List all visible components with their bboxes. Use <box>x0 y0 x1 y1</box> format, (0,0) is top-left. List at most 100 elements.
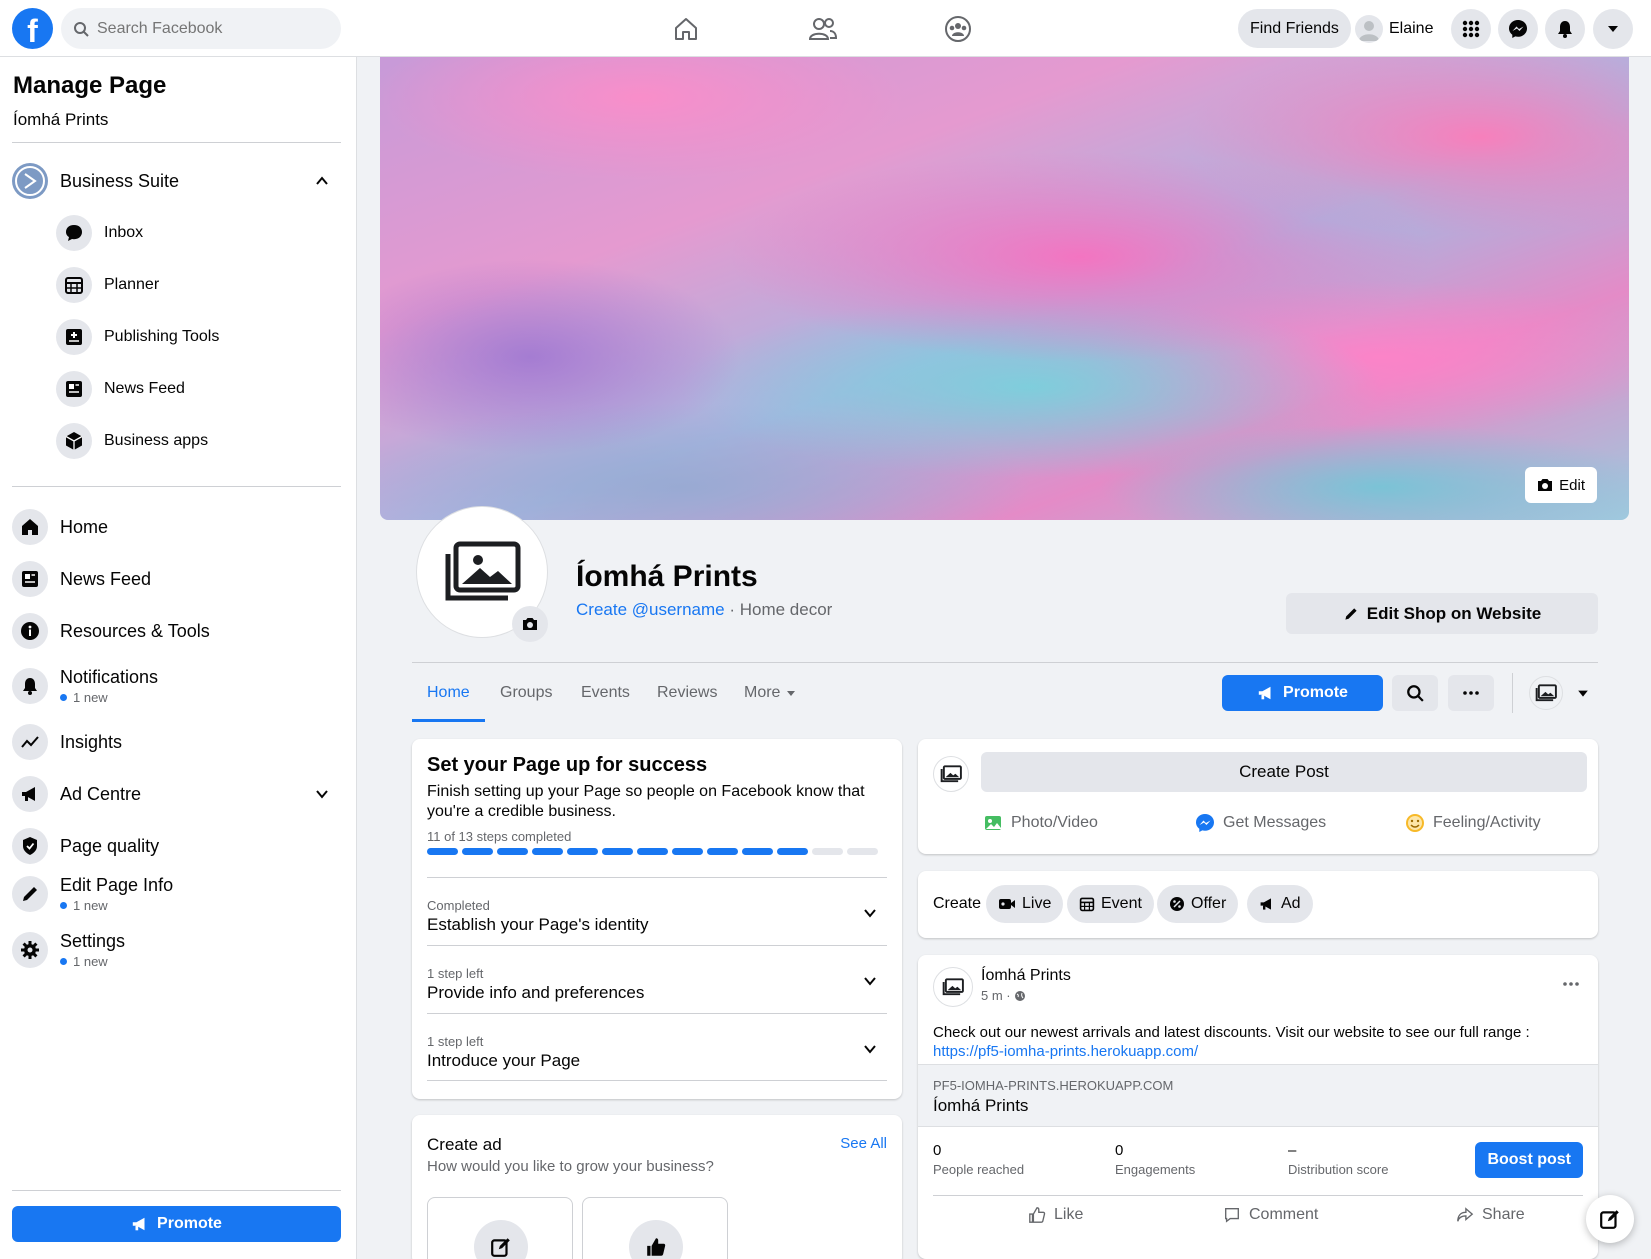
nav-home-button[interactable] <box>663 8 709 50</box>
sidebar-item-ad-centre[interactable]: Ad Centre <box>12 776 341 812</box>
create-ad-card: Create ad How would you like to grow you… <box>412 1115 902 1259</box>
tab-groups[interactable]: Groups <box>500 684 552 702</box>
sidebar-promote-button[interactable]: Promote <box>12 1206 341 1242</box>
create-offer-button[interactable]: Offer <box>1157 885 1239 923</box>
sidebar-item-settings[interactable]: Settings 1 new <box>12 931 341 969</box>
tab-events[interactable]: Events <box>581 684 630 702</box>
create-ad-button[interactable]: Ad <box>1247 885 1313 923</box>
feeling-activity-button[interactable]: Feeling/Activity <box>1405 813 1541 833</box>
divider <box>12 486 341 487</box>
chevron-down-icon <box>864 1045 876 1054</box>
progress-segment <box>567 848 598 855</box>
sidebar-item-publishing-tools[interactable]: Publishing Tools <box>56 319 341 355</box>
see-all-link[interactable]: See All <box>840 1135 887 1152</box>
camera-icon <box>1538 479 1553 491</box>
setup-title: Set your Page up for success <box>427 754 708 776</box>
update-profile-picture-button[interactable] <box>512 606 548 642</box>
messenger-button[interactable] <box>1498 9 1538 49</box>
create-post-button[interactable]: Create Post <box>981 752 1587 792</box>
home-icon <box>12 509 48 545</box>
sidebar-item-label: Resources & Tools <box>60 620 210 641</box>
tab-reviews[interactable]: Reviews <box>657 684 717 702</box>
stat-distribution-score: – Distribution score <box>1288 1142 1389 1177</box>
sidebar-item-news-feed[interactable]: News Feed <box>56 371 341 407</box>
chevron-up-icon[interactable] <box>315 174 329 188</box>
sidebar-item-planner[interactable]: Planner <box>56 267 341 303</box>
post-timestamp[interactable]: 5 m · <box>981 988 1026 1003</box>
progress-segment <box>812 848 843 855</box>
photo-video-button[interactable]: Photo/Video <box>983 813 1098 833</box>
promote-button[interactable]: Promote <box>1222 675 1383 711</box>
sidebar-item-business-apps[interactable]: Business apps <box>56 423 341 459</box>
find-friends-button[interactable]: Find Friends <box>1238 9 1351 48</box>
comment-button[interactable]: Comment <box>1223 1206 1318 1224</box>
divider <box>12 1190 341 1191</box>
compose-icon <box>1600 1210 1619 1229</box>
share-button[interactable]: Share <box>1456 1206 1525 1224</box>
link-preview-title: Íomhá Prints <box>933 1096 1029 1115</box>
business-suite-toggle[interactable]: Business Suite <box>12 163 341 199</box>
page-photo-icon <box>1535 684 1557 702</box>
tab-home[interactable]: Home <box>427 684 470 702</box>
ad-option-tile[interactable] <box>582 1197 728 1259</box>
profile-name: Elaine <box>1389 19 1434 37</box>
post-options-button[interactable] <box>1562 973 1580 991</box>
new-badge: 1 new <box>60 690 158 705</box>
stat-people-reached: 0 People reached <box>933 1142 1025 1177</box>
sidebar-item-news-feed-main[interactable]: News Feed <box>12 561 341 597</box>
more-options-button[interactable] <box>1448 675 1494 711</box>
avatar <box>1355 14 1383 43</box>
setup-section-info[interactable]: 1 step left Provide info and preferences <box>427 945 887 1013</box>
sidebar-item-edit-page-info[interactable]: Edit Page Info 1 new <box>12 875 341 913</box>
sidebar-item-notifications[interactable]: Notifications 1 new <box>12 667 341 705</box>
progress-segment <box>427 848 458 855</box>
sidebar-item-page-quality[interactable]: Page quality <box>12 828 341 864</box>
cover-photo[interactable]: Edit <box>380 57 1629 520</box>
smiley-icon <box>1406 814 1424 832</box>
edit-cover-button[interactable]: Edit <box>1525 467 1597 503</box>
get-messages-button[interactable]: Get Messages <box>1195 813 1326 833</box>
menu-button[interactable] <box>1451 9 1491 49</box>
account-menu-button[interactable] <box>1593 9 1633 49</box>
tab-more[interactable]: More <box>744 684 796 702</box>
setup-section-introduce[interactable]: 1 step left Introduce your Page <box>427 1013 887 1081</box>
ad-option-tile[interactable] <box>427 1197 573 1259</box>
search-page-button[interactable] <box>1392 675 1438 711</box>
chevron-down-icon[interactable] <box>315 787 329 801</box>
messenger-icon <box>1196 814 1214 832</box>
page-photo-icon <box>942 978 964 996</box>
sidebar-item-resources-tools[interactable]: Resources & Tools <box>12 613 341 649</box>
menu-grid-icon <box>1462 20 1480 38</box>
progress-segment <box>847 848 878 855</box>
boost-post-button[interactable]: Boost post <box>1475 1142 1583 1178</box>
nav-friends-button[interactable] <box>800 8 846 50</box>
new-message-button[interactable] <box>1586 1195 1634 1243</box>
sidebar-item-insights[interactable]: Insights <box>12 724 341 760</box>
notifications-button[interactable] <box>1545 9 1585 49</box>
nav-groups-button[interactable] <box>935 8 981 50</box>
setup-section-identity[interactable]: Completed Establish your Page's identity <box>427 877 887 945</box>
create-ad-title: Create ad <box>427 1135 502 1154</box>
create-username-link[interactable]: Create @username <box>576 600 725 619</box>
business-suite-icon <box>12 163 48 199</box>
link-preview[interactable]: PF5-IOMHA-PRINTS.HEROKUAPP.COM Íomhá Pri… <box>918 1064 1598 1127</box>
edit-shop-button[interactable]: Edit Shop on Website <box>1286 593 1598 634</box>
home-icon <box>675 18 697 40</box>
page-switcher[interactable] <box>1529 676 1589 710</box>
create-event-button[interactable]: Event <box>1067 885 1154 923</box>
sidebar-item-home[interactable]: Home <box>12 509 341 545</box>
facebook-logo[interactable]: f <box>12 8 53 49</box>
search-box[interactable] <box>61 8 341 49</box>
news-feed-icon <box>56 371 92 407</box>
avatar[interactable] <box>933 967 973 1007</box>
sidebar-item-inbox[interactable]: Inbox <box>56 215 341 251</box>
profile-shortcut[interactable]: Elaine <box>1355 9 1433 48</box>
like-button[interactable]: Like <box>1028 1206 1083 1224</box>
sidebar-item-label: Page quality <box>60 835 160 856</box>
post-link[interactable]: https://pf5-iomha-prints.herokuapp.com/ <box>933 1043 1198 1060</box>
post-author[interactable]: Íomhá Prints <box>981 967 1071 985</box>
create-post-card: Create Post Photo/Video Get Messages Fee… <box>918 739 1598 854</box>
search-input[interactable] <box>97 19 317 38</box>
post-text: Check out our newest arrivals and latest… <box>933 1024 1530 1041</box>
create-live-button[interactable]: Live <box>986 885 1064 923</box>
